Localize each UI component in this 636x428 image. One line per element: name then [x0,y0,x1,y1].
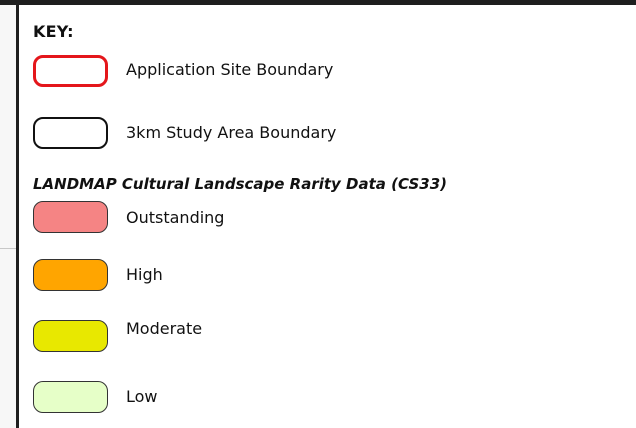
application-site-boundary-label: Application Site Boundary [126,60,334,79]
high-swatch [33,259,108,291]
left-margin [0,5,16,428]
legend-top-border [0,0,636,5]
legend-left-border [16,0,19,428]
high-label: High [126,265,163,284]
low-label: Low [126,387,158,406]
study-area-boundary-swatch [33,117,108,149]
moderate-swatch [33,320,108,352]
key-title: KEY: [33,22,74,41]
left-margin-divider [0,248,16,249]
outstanding-swatch [33,201,108,233]
landmap-section-title: LANDMAP Cultural Landscape Rarity Data (… [33,175,447,193]
map-legend: KEY: Application Site Boundary 3km Study… [0,0,636,428]
outstanding-label: Outstanding [126,208,225,227]
study-area-boundary-label: 3km Study Area Boundary [126,123,337,142]
low-swatch [33,381,108,413]
moderate-label: Moderate [126,319,203,338]
application-site-boundary-swatch [33,55,108,87]
